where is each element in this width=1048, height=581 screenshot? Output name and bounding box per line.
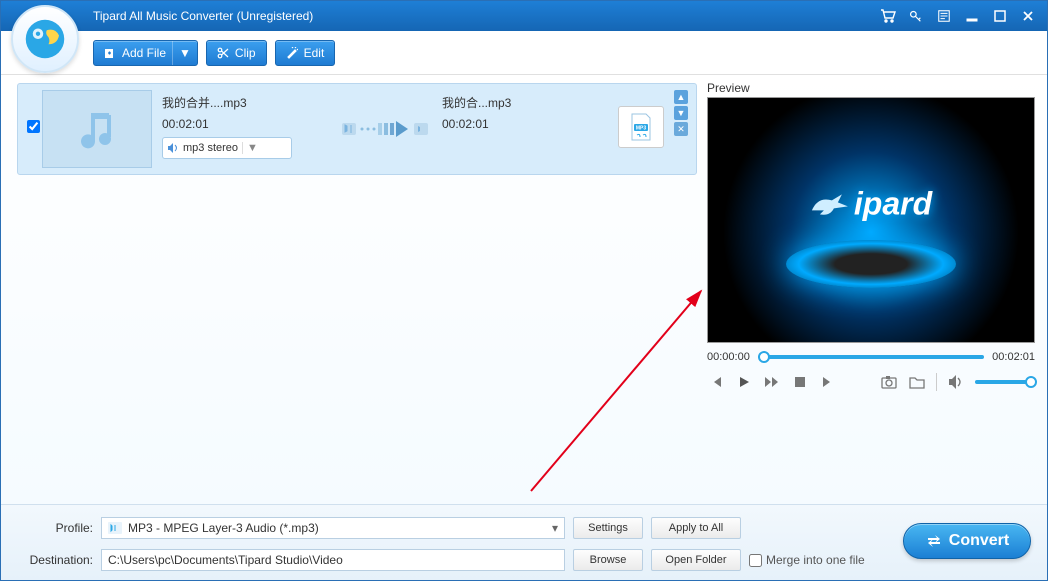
destination-label: Destination: (17, 553, 93, 567)
time-bar: 00:00:00 00:02:01 (707, 351, 1035, 363)
add-file-icon (104, 47, 116, 59)
snapshot-button[interactable] (880, 373, 898, 391)
preview-screen: ipard (707, 97, 1035, 343)
wand-icon (286, 47, 298, 59)
clip-button[interactable]: Clip (206, 40, 267, 66)
scissors-icon (217, 47, 229, 59)
file-thumbnail (42, 90, 152, 168)
title-bar: Tipard All Music Converter (Unregistered… (1, 1, 1047, 31)
add-file-dropdown[interactable]: ▼ (172, 41, 197, 65)
convert-button[interactable]: Convert (903, 523, 1031, 559)
preview-panel: Preview ipard 00:00:00 00:02:01 (701, 75, 1047, 504)
preview-label: Preview (707, 81, 1035, 95)
fast-forward-button[interactable] (763, 373, 781, 391)
snapshot-folder-button[interactable] (908, 373, 926, 391)
file-source-name: 我的合并....mp3 (162, 94, 332, 111)
conversion-arrow (332, 90, 442, 168)
panther-icon (810, 192, 850, 216)
seek-slider[interactable] (758, 355, 984, 359)
move-down-button[interactable]: ▼ (674, 106, 688, 120)
file-list: 我的合并....mp3 00:02:01 mp3 stereo ▼ (1, 75, 701, 504)
toolbar: Add File ▼ Clip Edit (1, 31, 1047, 75)
file-source-info: 我的合并....mp3 00:02:01 mp3 stereo ▼ (162, 90, 332, 159)
mp3-small-icon (108, 522, 122, 534)
main-area: 我的合并....mp3 00:02:01 mp3 stereo ▼ (1, 75, 1047, 504)
maximize-button[interactable] (991, 7, 1009, 25)
merge-label: Merge into one file (766, 553, 865, 567)
arrow-icon (342, 117, 432, 141)
window-title: Tipard All Music Converter (Unregistered… (93, 9, 879, 23)
destination-input[interactable]: C:\Users\pc\Documents\Tipard Studio\Vide… (101, 549, 565, 571)
clip-label: Clip (235, 46, 256, 60)
window-controls (879, 7, 1047, 25)
app-window: Tipard All Music Converter (Unregistered… (0, 0, 1048, 581)
chevron-down-icon: ▼ (242, 142, 258, 154)
music-note-icon (73, 105, 121, 153)
browse-button[interactable]: Browse (573, 549, 643, 571)
profile-dropdown[interactable]: MP3 - MPEG Layer-3 Audio (*.mp3) ▾ (101, 517, 565, 539)
logo-icon (24, 18, 66, 60)
file-profile-text: mp3 stereo (183, 142, 238, 154)
file-output-name: 我的合...mp3 (442, 94, 582, 111)
profile-label: Profile: (17, 521, 93, 535)
prev-button[interactable] (707, 373, 725, 391)
file-checkbox[interactable] (27, 120, 40, 133)
add-file-label: Add File (122, 46, 166, 60)
minimize-button[interactable] (963, 7, 981, 25)
volume-slider[interactable] (975, 380, 1035, 384)
time-current: 00:00:00 (707, 351, 750, 363)
file-reorder-buttons: ▲ ▼ ✕ (674, 90, 690, 136)
output-format-badge[interactable]: MP3 (618, 106, 664, 148)
speaker-icon (167, 143, 179, 153)
file-source-duration: 00:02:01 (162, 117, 332, 131)
next-button[interactable] (819, 373, 837, 391)
edit-label: Edit (304, 46, 325, 60)
edit-button[interactable]: Edit (275, 40, 336, 66)
mp3-icon: MP3 (626, 112, 656, 142)
settings-button[interactable]: Settings (573, 517, 643, 539)
app-logo (11, 5, 79, 73)
file-item[interactable]: 我的合并....mp3 00:02:01 mp3 stereo ▼ (17, 83, 697, 175)
file-check-col (24, 90, 42, 133)
time-total: 00:02:01 (992, 351, 1035, 363)
key-icon[interactable] (907, 7, 925, 25)
player-controls (707, 373, 1035, 391)
volume-icon[interactable] (947, 373, 965, 391)
profile-value: MP3 - MPEG Layer-3 Audio (*.mp3) (128, 521, 319, 535)
merge-checkbox[interactable] (749, 554, 762, 567)
convert-label: Convert (949, 532, 1009, 550)
play-button[interactable] (735, 373, 753, 391)
close-button[interactable] (1019, 7, 1037, 25)
stop-button[interactable] (791, 373, 809, 391)
move-up-button[interactable]: ▲ (674, 90, 688, 104)
svg-text:MP3: MP3 (636, 126, 647, 132)
shop-icon[interactable] (879, 7, 897, 25)
file-output-duration: 00:02:01 (442, 117, 582, 131)
file-output-info: 我的合...mp3 00:02:01 (442, 90, 582, 131)
bottom-bar: Profile: MP3 - MPEG Layer-3 Audio (*.mp3… (1, 504, 1047, 580)
chevron-down-icon: ▾ (552, 521, 558, 535)
open-folder-button[interactable]: Open Folder (651, 549, 741, 571)
add-file-button[interactable]: Add File ▼ (93, 40, 198, 66)
preview-brand: ipard (810, 186, 932, 223)
remove-file-button[interactable]: ✕ (674, 122, 688, 136)
file-profile-chip[interactable]: mp3 stereo ▼ (162, 137, 292, 159)
destination-value: C:\Users\pc\Documents\Tipard Studio\Vide… (108, 553, 343, 567)
apply-all-button[interactable]: Apply to All (651, 517, 741, 539)
menu-icon[interactable] (935, 7, 953, 25)
convert-icon (925, 533, 943, 549)
